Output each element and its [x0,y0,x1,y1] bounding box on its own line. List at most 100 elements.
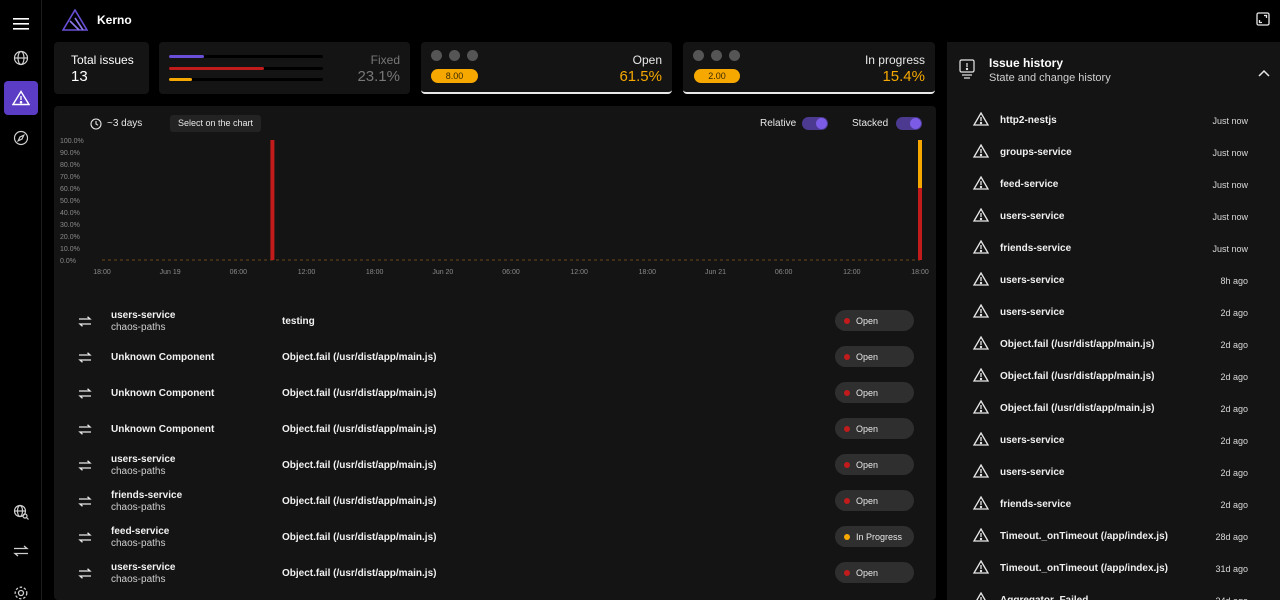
status-dot [844,534,850,540]
history-item[interactable]: groups-service Just now [947,136,1280,168]
open-bar-fill [169,67,265,70]
warning-icon [972,335,990,355]
issue-component: friends-service [111,490,183,501]
fixed-card[interactable]: Fixed 23.1% [159,42,410,94]
issue-row[interactable]: Unknown Component Object.fail (/usr/dist/… [54,411,936,447]
swap-icon[interactable] [4,534,38,568]
status-badge[interactable]: Open [835,418,914,439]
issue-subcomponent: chaos-paths [111,466,166,477]
fixed-percent: 23.1% [357,68,400,85]
relative-toggle[interactable] [802,117,828,130]
status-badge[interactable]: Open [835,382,914,403]
status-dot [844,462,850,468]
warning-icon [972,559,990,579]
issue-component: Unknown Component [111,388,215,399]
history-item[interactable]: Aggregator_Failed 34d ago [947,584,1280,600]
history-item-time: 31d ago [1215,564,1248,574]
history-item-name: Object.fail (/usr/dist/app/main.js) [1000,403,1155,414]
globe-icon[interactable] [4,41,38,75]
chart-bar-in-progress [918,140,922,188]
open-card[interactable]: 8.00 Open 61.5% [421,42,672,94]
history-item[interactable]: http2-nestjs Just now [947,104,1280,136]
history-item[interactable]: Object.fail (/usr/dist/app/main.js) 2d ag… [947,360,1280,392]
chart-bar-open [918,188,922,260]
issue-component: feed-service [111,526,170,537]
in-progress-dots [693,50,740,61]
issue-subcomponent: chaos-paths [111,538,166,549]
history-item[interactable]: users-service 2d ago [947,424,1280,456]
history-item[interactable]: Timeout._onTimeout (/app/index.js) 31d ag… [947,552,1280,584]
compass-icon[interactable] [4,121,38,155]
status-badge[interactable]: Open [835,310,914,331]
history-item[interactable]: Timeout._onTimeout (/app/index.js) 28d ag… [947,520,1280,552]
history-item-name: Timeout._onTimeout (/app/index.js) [1000,563,1168,574]
history-item-time: 2d ago [1220,436,1248,446]
stacked-toggle[interactable] [896,117,922,130]
warning-icon [972,495,990,515]
swap-icon [78,350,92,368]
time-range-label[interactable]: ~3 days [107,118,142,129]
swap-icon [78,494,92,512]
warning-icon [972,239,990,259]
expand-icon[interactable] [1256,12,1270,31]
status-badge[interactable]: Open [835,346,914,367]
select-on-chart-button[interactable]: Select on the chart [170,115,262,132]
swap-icon [78,566,92,584]
in-progress-bar-fill [169,78,193,81]
history-item-time: 2d ago [1220,468,1248,478]
history-item-time: 2d ago [1220,372,1248,382]
history-item[interactable]: feed-service Just now [947,168,1280,200]
issue-row[interactable]: users-service chaos-paths testing Open [54,303,936,339]
status-dot [844,354,850,360]
issue-row[interactable]: Unknown Component Object.fail (/usr/dist/… [54,375,936,411]
settings-gear-icon[interactable] [4,576,38,600]
fixed-label: Fixed [370,53,400,67]
status-badge[interactable]: Open [835,490,914,511]
fixed-bar-track [169,55,323,58]
history-item-time: 8h ago [1220,276,1248,286]
menu-icon[interactable] [4,7,38,41]
status-text: Open [856,316,879,326]
history-item[interactable]: friends-service Just now [947,232,1280,264]
issue-row[interactable]: feed-service chaos-paths Object.fail (/usr… [54,519,936,555]
chevron-up-icon[interactable] [1258,64,1270,82]
issue-row[interactable]: users-service chaos-paths Object.fail (/us… [54,555,936,591]
issues-warning-icon[interactable] [4,81,38,115]
x-tick-label: 06:00 [502,269,520,276]
issue-row[interactable]: users-service chaos-paths Object.fail (/us… [54,447,936,483]
history-item-time: Just now [1212,148,1248,158]
status-dot [844,318,850,324]
history-item[interactable]: users-service 2d ago [947,456,1280,488]
issue-row[interactable]: Unknown Component Object.fail (/usr/dist/… [54,339,936,375]
status-text: Open [856,496,879,506]
brand-name: Kerno [97,13,132,27]
status-badge[interactable]: Open [835,454,914,475]
status-badge[interactable]: Open [835,562,914,583]
issue-row[interactable]: friends-service chaos-paths Object.fail (/… [54,483,936,519]
history-item[interactable]: users-service Just now [947,200,1280,232]
status-text: Open [856,568,879,578]
history-item[interactable]: users-service 2d ago [947,296,1280,328]
in-progress-card[interactable]: 2.00 In progress 15.4% [683,42,935,94]
globe-search-icon[interactable] [4,495,38,529]
issue-component: users-service [111,310,176,321]
issues-chart[interactable]: 100.0% 90.0% 80.0% 70.0% 60.0% 50.0% 40.0% 30.0… [54,131,936,281]
status-badge[interactable]: In Progress [835,526,914,547]
status-dot [844,498,850,504]
history-item[interactable]: Object.fail (/usr/dist/app/main.js) 2d ag… [947,328,1280,360]
stacked-label: Stacked [852,118,889,129]
fixed-bar-fill [169,55,205,58]
history-item[interactable]: Object.fail (/usr/dist/app/main.js) 2d ag… [947,392,1280,424]
x-tick-label: Jun 21 [705,269,726,276]
issue-message: testing [282,316,315,327]
y-tick-label: 50.0% [60,198,80,205]
history-item[interactable]: users-service 8h ago [947,264,1280,296]
issue-component: Unknown Component [111,352,215,363]
warning-icon [972,143,990,163]
history-item-time: 34d ago [1215,596,1248,600]
open-percent: 61.5% [619,68,662,85]
issue-message: Object.fail (/usr/dist/app/main.js) [282,388,437,399]
x-tick-label: 12:00 [570,269,588,276]
issue-subcomponent: chaos-paths [111,502,166,513]
history-item[interactable]: friends-service 2d ago [947,488,1280,520]
